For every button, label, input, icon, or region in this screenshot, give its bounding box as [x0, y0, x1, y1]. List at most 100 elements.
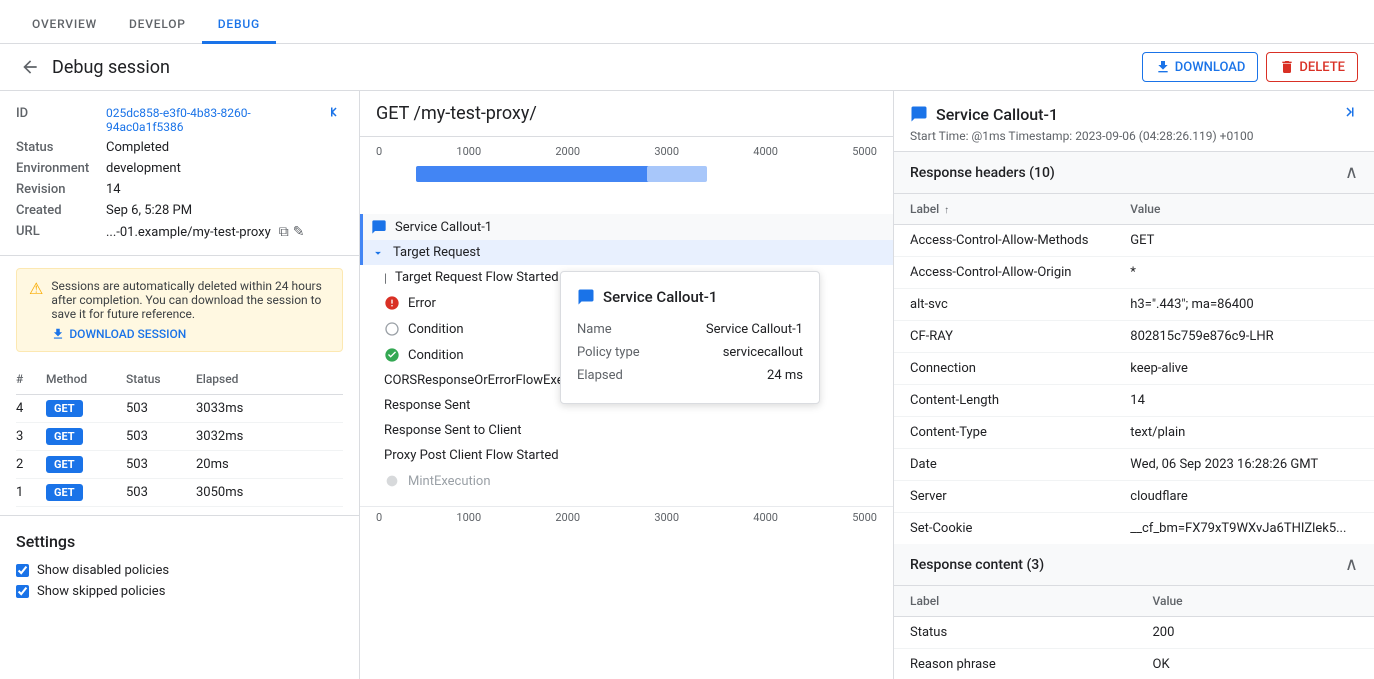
response-content-title: Response content (3) — [910, 557, 1044, 573]
created-value: Sep 6, 5:28 PM — [106, 203, 192, 218]
toolbar: Debug session DOWNLOAD DELETE — [0, 44, 1374, 91]
popup-name-label: Name — [577, 322, 612, 337]
delete-label: DELETE — [1299, 60, 1345, 75]
row-method: GET — [46, 401, 126, 416]
timeline-axis-top: 0 1000 2000 3000 4000 5000 — [376, 137, 877, 162]
status-label: Status — [16, 140, 106, 155]
col-elapsed-header: Elapsed — [196, 372, 343, 386]
url-value: ...-01.example/my-test-proxy — [106, 225, 271, 240]
sort-icon: ↑ — [944, 205, 949, 216]
row-num: 1 — [16, 485, 46, 500]
warning-text: Sessions are automatically deleted withi… — [51, 279, 321, 321]
proxy-post-label: Proxy Post Client Flow Started — [384, 448, 559, 463]
popup-policy-value: servicecallout — [723, 345, 803, 360]
delete-button[interactable]: DELETE — [1266, 52, 1358, 82]
header-value: Wed, 06 Sep 2023 16:28:26 GMT — [1114, 449, 1374, 481]
download-button[interactable]: DOWNLOAD — [1142, 52, 1259, 82]
row-num: 3 — [16, 429, 46, 444]
table-row[interactable]: 2 GET 503 20ms — [16, 451, 343, 479]
show-skipped-checkbox-row: Show skipped policies — [16, 584, 343, 599]
show-disabled-checkbox[interactable] — [16, 564, 29, 577]
expand-right-icon[interactable] — [1340, 103, 1358, 125]
table-row: Connection keep-alive — [894, 353, 1374, 385]
transactions-table: # Method Status Elapsed 4 GET 503 3033ms… — [0, 364, 359, 507]
warning-icon: ⚠ — [29, 279, 43, 341]
flow-item-target[interactable]: Target Request — [360, 240, 893, 265]
header-value: * — [1114, 257, 1374, 289]
show-disabled-label: Show disabled policies — [37, 563, 169, 578]
page-title: Debug session — [52, 57, 1134, 78]
table-row[interactable]: 1 GET 503 3050ms — [16, 479, 343, 507]
environment-label: Environment — [16, 161, 106, 176]
settings-title: Settings — [16, 532, 343, 551]
right-subtitle: Start Time: @1ms Timestamp: 2023-09-06 (… — [910, 129, 1358, 143]
revision-label: Revision — [16, 182, 106, 197]
middle-panel: GET /my-test-proxy/ 0 1000 2000 3000 400… — [360, 91, 894, 679]
flow-item-mint: MintExecution — [360, 468, 893, 494]
label-header[interactable]: Label ↑ — [894, 194, 1114, 225]
table-row: Content-Length 14 — [894, 385, 1374, 417]
error-label: Error — [408, 296, 436, 311]
tab-overview[interactable]: OVERVIEW — [16, 7, 113, 44]
header-value: cloudflare — [1114, 481, 1374, 513]
table-row[interactable]: 4 GET 503 3033ms — [16, 395, 343, 423]
condition-green-label: Condition — [408, 348, 464, 363]
table-row: Server cloudflare — [894, 481, 1374, 513]
collapse-headers-icon[interactable]: ∧ — [1345, 162, 1358, 183]
row-method: GET — [46, 485, 126, 500]
response-content-section-header: Response content (3) ∧ — [894, 544, 1374, 586]
col-method-header: Method — [46, 372, 126, 386]
row-status: 503 — [126, 401, 196, 416]
status-value: Completed — [106, 140, 169, 155]
table-row: Access-Control-Allow-Methods GET — [894, 225, 1374, 257]
row-elapsed: 20ms — [196, 457, 343, 472]
header-label: Content-Type — [894, 417, 1114, 449]
header-value: __cf_bm=FX79xT9WXvJa6THIZlek5... — [1114, 513, 1374, 545]
right-title: Service Callout-1 — [910, 103, 1358, 125]
row-elapsed: 3050ms — [196, 485, 343, 500]
timeline-axis-bottom: 0 1000 2000 3000 4000 5000 — [360, 506, 893, 528]
meta-section: ID 025dc858-e3f0-4b83-8260-94ac0a1f5386 … — [0, 91, 359, 256]
content-value: OK — [1137, 649, 1374, 679]
flow-text: Target Request Flow Started — [395, 270, 559, 285]
flow-item-response-client: Response Sent to Client — [360, 418, 893, 443]
header-label: Date — [894, 449, 1114, 481]
id-label: ID — [16, 106, 106, 134]
back-button[interactable] — [16, 53, 44, 81]
flow-item-callout[interactable]: Service Callout-1 — [360, 214, 893, 240]
row-status: 503 — [126, 457, 196, 472]
mint-label: MintExecution — [408, 474, 491, 489]
content-label-header: Label — [894, 586, 1137, 617]
copy-icon[interactable]: ⧉ — [279, 224, 289, 240]
col-num-header: # — [16, 372, 46, 386]
header-value: keep-alive — [1114, 353, 1374, 385]
header-label: Set-Cookie — [894, 513, 1114, 545]
edit-icon[interactable]: ✎ — [293, 224, 305, 240]
row-status: 503 — [126, 485, 196, 500]
popup-tooltip: Service Callout-1 Name Service Callout-1… — [560, 271, 820, 404]
collapse-icon[interactable] — [325, 103, 343, 125]
popup-row: Policy type servicecallout — [577, 341, 803, 364]
revision-value: 14 — [106, 182, 121, 197]
table-header: # Method Status Elapsed — [16, 364, 343, 395]
popup-policy-label: Policy type — [577, 345, 640, 360]
header-label: Access-Control-Allow-Methods — [894, 225, 1114, 257]
download-session-link[interactable]: DOWNLOAD SESSION — [51, 327, 330, 341]
row-elapsed: 3032ms — [196, 429, 343, 444]
flow-item-proxy-post: Proxy Post Client Flow Started — [360, 443, 893, 468]
row-elapsed: 3033ms — [196, 401, 343, 416]
main-layout: ID 025dc858-e3f0-4b83-8260-94ac0a1f5386 … — [0, 91, 1374, 679]
show-skipped-label: Show skipped policies — [37, 584, 165, 599]
table-row: Set-Cookie __cf_bm=FX79xT9WXvJa6THIZlek5… — [894, 513, 1374, 545]
table-row[interactable]: 3 GET 503 3032ms — [16, 423, 343, 451]
content-label: Reason phrase — [894, 649, 1137, 679]
show-skipped-checkbox[interactable] — [16, 585, 29, 598]
tab-develop[interactable]: DEVELOP — [113, 7, 202, 44]
middle-header: GET /my-test-proxy/ — [360, 91, 893, 137]
show-disabled-checkbox-row: Show disabled policies — [16, 563, 343, 578]
toolbar-actions: DOWNLOAD DELETE — [1142, 52, 1358, 82]
header-label: Content-Length — [894, 385, 1114, 417]
header-value: GET — [1114, 225, 1374, 257]
tab-debug[interactable]: DEBUG — [202, 7, 276, 44]
collapse-content-icon[interactable]: ∧ — [1345, 554, 1358, 575]
